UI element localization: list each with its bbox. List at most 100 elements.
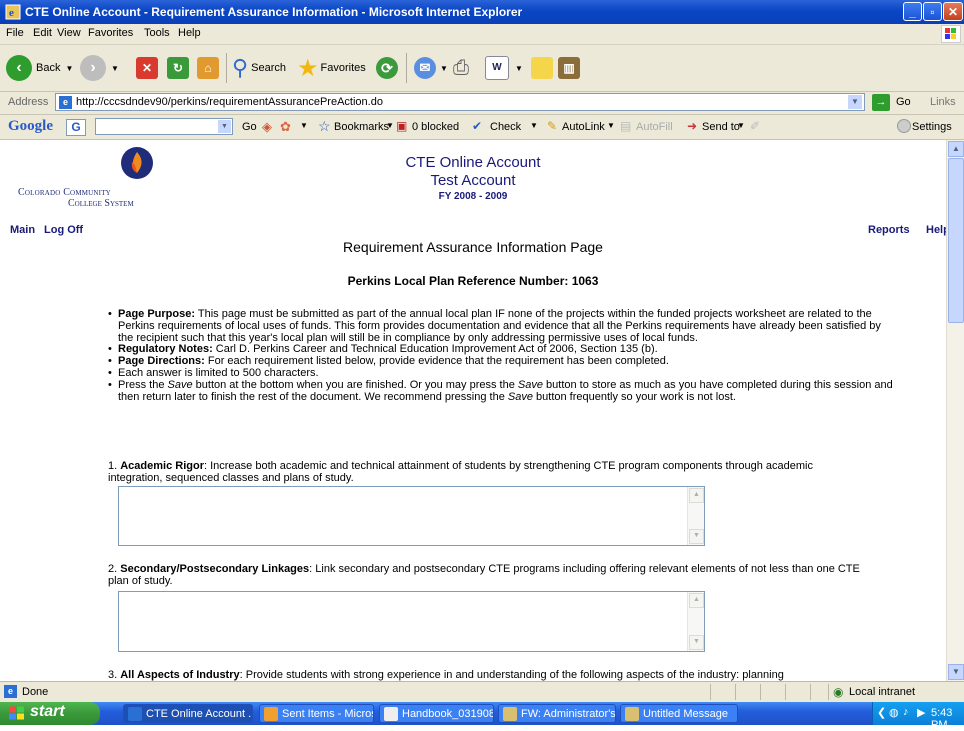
textarea-scrollbar[interactable]: ▲ ▼ xyxy=(687,487,704,545)
nav-main-link[interactable]: Main xyxy=(10,224,35,236)
address-input[interactable]: e http://cccsdndev90/perkins/requirement… xyxy=(55,93,865,111)
scroll-up-icon[interactable]: ▲ xyxy=(689,488,704,503)
research-button[interactable]: ▥ xyxy=(558,51,580,85)
history-button[interactable]: ⟳ xyxy=(376,51,398,85)
scroll-thumb[interactable] xyxy=(948,158,964,323)
page-icon: e xyxy=(59,96,72,109)
google-go-button[interactable]: Go xyxy=(242,121,257,133)
save-emphasis: Save xyxy=(167,378,193,391)
linkages-textarea[interactable]: ▲ ▼ xyxy=(118,591,705,652)
list-item: Press the Save button at the bottom when… xyxy=(108,378,898,404)
task-cte-online[interactable]: CTE Online Account ... xyxy=(123,704,253,723)
question-text: : Provide students with strong experienc… xyxy=(239,669,784,681)
menu-view[interactable]: View xyxy=(57,27,81,39)
autofill-button[interactable]: AutoFill xyxy=(636,121,673,133)
task-handbook[interactable]: Handbook_031908_... xyxy=(379,704,494,723)
network-icon[interactable]: ◍ xyxy=(889,706,899,719)
mail-button[interactable]: ✉ ▼ xyxy=(414,51,448,85)
google-search-input[interactable]: ▼ xyxy=(95,118,233,135)
header-account: Test Account xyxy=(430,172,516,189)
menu-help[interactable]: Help xyxy=(178,27,201,39)
address-dropdown-icon[interactable]: ▼ xyxy=(848,95,862,109)
scroll-up-icon[interactable]: ▲ xyxy=(948,141,964,157)
scroll-down-icon[interactable]: ▼ xyxy=(948,664,964,680)
popup-blocker-icon: ▣ xyxy=(396,119,408,133)
task-untitled-message[interactable]: Untitled Message xyxy=(620,704,738,723)
nav-reports-link[interactable]: Reports xyxy=(868,224,910,236)
back-button[interactable]: ‹ Back ▼ xyxy=(6,51,73,85)
scroll-up-icon[interactable]: ▲ xyxy=(689,593,704,608)
chevron-down-icon[interactable]: ▼ xyxy=(607,121,615,130)
menu-favorites[interactable]: Favorites xyxy=(88,27,133,39)
task-sent-items[interactable]: Sent Items - Microso... xyxy=(259,704,374,723)
favorites-label: Favorites xyxy=(320,62,366,74)
bookmarks-button[interactable]: Bookmarks xyxy=(334,121,389,133)
spellcheck-button[interactable]: Check xyxy=(490,121,521,133)
question-number: 2. xyxy=(108,563,121,575)
go-button[interactable]: Go xyxy=(896,96,911,108)
list-item: Page Purpose: This page must be submitte… xyxy=(108,308,898,344)
scroll-down-icon[interactable]: ▼ xyxy=(689,529,704,544)
send-to-button[interactable]: Send to xyxy=(702,121,740,133)
chevron-down-icon[interactable]: ▼ xyxy=(737,121,745,130)
go-arrow-icon[interactable]: → xyxy=(872,94,890,111)
textarea-scrollbar[interactable]: ▲ ▼ xyxy=(687,592,704,651)
google-logo[interactable]: Google xyxy=(8,118,53,135)
chevron-down-icon[interactable]: ▼ xyxy=(515,64,523,73)
menu-file[interactable]: File xyxy=(6,27,24,39)
chevron-down-icon[interactable]: ▼ xyxy=(530,121,538,130)
edit-word-button[interactable]: W ▼ xyxy=(485,51,523,85)
scroll-down-icon[interactable]: ▼ xyxy=(689,635,704,650)
chevron-down-icon[interactable]: ▼ xyxy=(111,64,119,73)
autolink-button[interactable]: AutoLink xyxy=(562,121,605,133)
dropdown-icon[interactable]: ▼ xyxy=(218,120,231,133)
settings-button[interactable]: Settings xyxy=(912,121,952,133)
highlight-icon[interactable]: ✐ xyxy=(750,119,760,133)
menu-tools[interactable]: Tools xyxy=(144,27,170,39)
home-button[interactable]: ⌂ xyxy=(197,51,219,85)
search-button[interactable]: ⚲ Search xyxy=(232,51,286,85)
chevron-down-icon[interactable]: ▼ xyxy=(386,121,394,130)
clock[interactable]: 5:43 PM xyxy=(931,707,964,731)
popup-blocked-button[interactable]: 0 blocked xyxy=(412,121,459,133)
folder-icon xyxy=(531,57,553,79)
back-label: Back xyxy=(36,62,61,74)
chevron-down-icon[interactable]: ▼ xyxy=(300,121,308,130)
page-scrollbar[interactable]: ▲ ▼ xyxy=(946,140,964,681)
media-play-icon[interactable]: ▶ xyxy=(917,706,925,719)
task-label: Sent Items - Microso... xyxy=(282,708,373,720)
forward-button[interactable]: › ▼ xyxy=(80,51,119,85)
print-button[interactable]: ⎙ xyxy=(453,51,469,85)
back-arrow-icon: ‹ xyxy=(6,55,32,81)
academic-rigor-textarea[interactable]: ▲ ▼ xyxy=(118,486,705,546)
google-g-icon[interactable]: G xyxy=(66,119,86,136)
chevron-down-icon[interactable]: ▼ xyxy=(65,64,73,73)
close-button[interactable]: ✕ xyxy=(943,2,963,21)
bullet-label: Page Directions: xyxy=(118,355,205,368)
start-button[interactable]: start xyxy=(0,702,100,725)
notes-button[interactable] xyxy=(531,51,553,85)
links-button[interactable]: Links xyxy=(930,96,956,108)
favorites-button[interactable]: ★ Favorites xyxy=(297,51,366,85)
tray-expand-icon[interactable]: ❮ xyxy=(877,706,886,719)
stop-button[interactable]: ✕ xyxy=(136,51,158,85)
task-fw-administrator[interactable]: FW: Administrator's ... xyxy=(498,704,616,723)
menu-edit[interactable]: Edit xyxy=(33,27,52,39)
windows-logo-icon xyxy=(9,706,24,720)
save-emphasis: Save xyxy=(517,378,543,391)
volume-icon[interactable]: ♪ xyxy=(903,706,909,718)
window-titlebar[interactable]: e CTE Online Account - Requirement Assur… xyxy=(0,0,964,24)
minimize-button[interactable]: _ xyxy=(903,2,922,21)
autolink-icon: ✎ xyxy=(547,119,558,133)
pagerank-icon[interactable]: ✿ xyxy=(280,119,291,135)
maximize-button[interactable]: ▫ xyxy=(923,2,942,21)
nav-help-link[interactable]: Help xyxy=(926,224,946,236)
task-label: Handbook_031908_... xyxy=(402,708,493,720)
nav-logoff-link[interactable]: Log Off xyxy=(44,224,83,236)
refresh-button[interactable]: ↻ xyxy=(167,51,189,85)
bullet-text: Press the xyxy=(118,378,168,391)
chevron-down-icon[interactable]: ▼ xyxy=(440,64,448,73)
word-icon: W xyxy=(485,56,509,80)
address-bar: Address e http://cccsdndev90/perkins/req… xyxy=(0,92,964,115)
news-icon[interactable]: ◈ xyxy=(262,119,272,135)
